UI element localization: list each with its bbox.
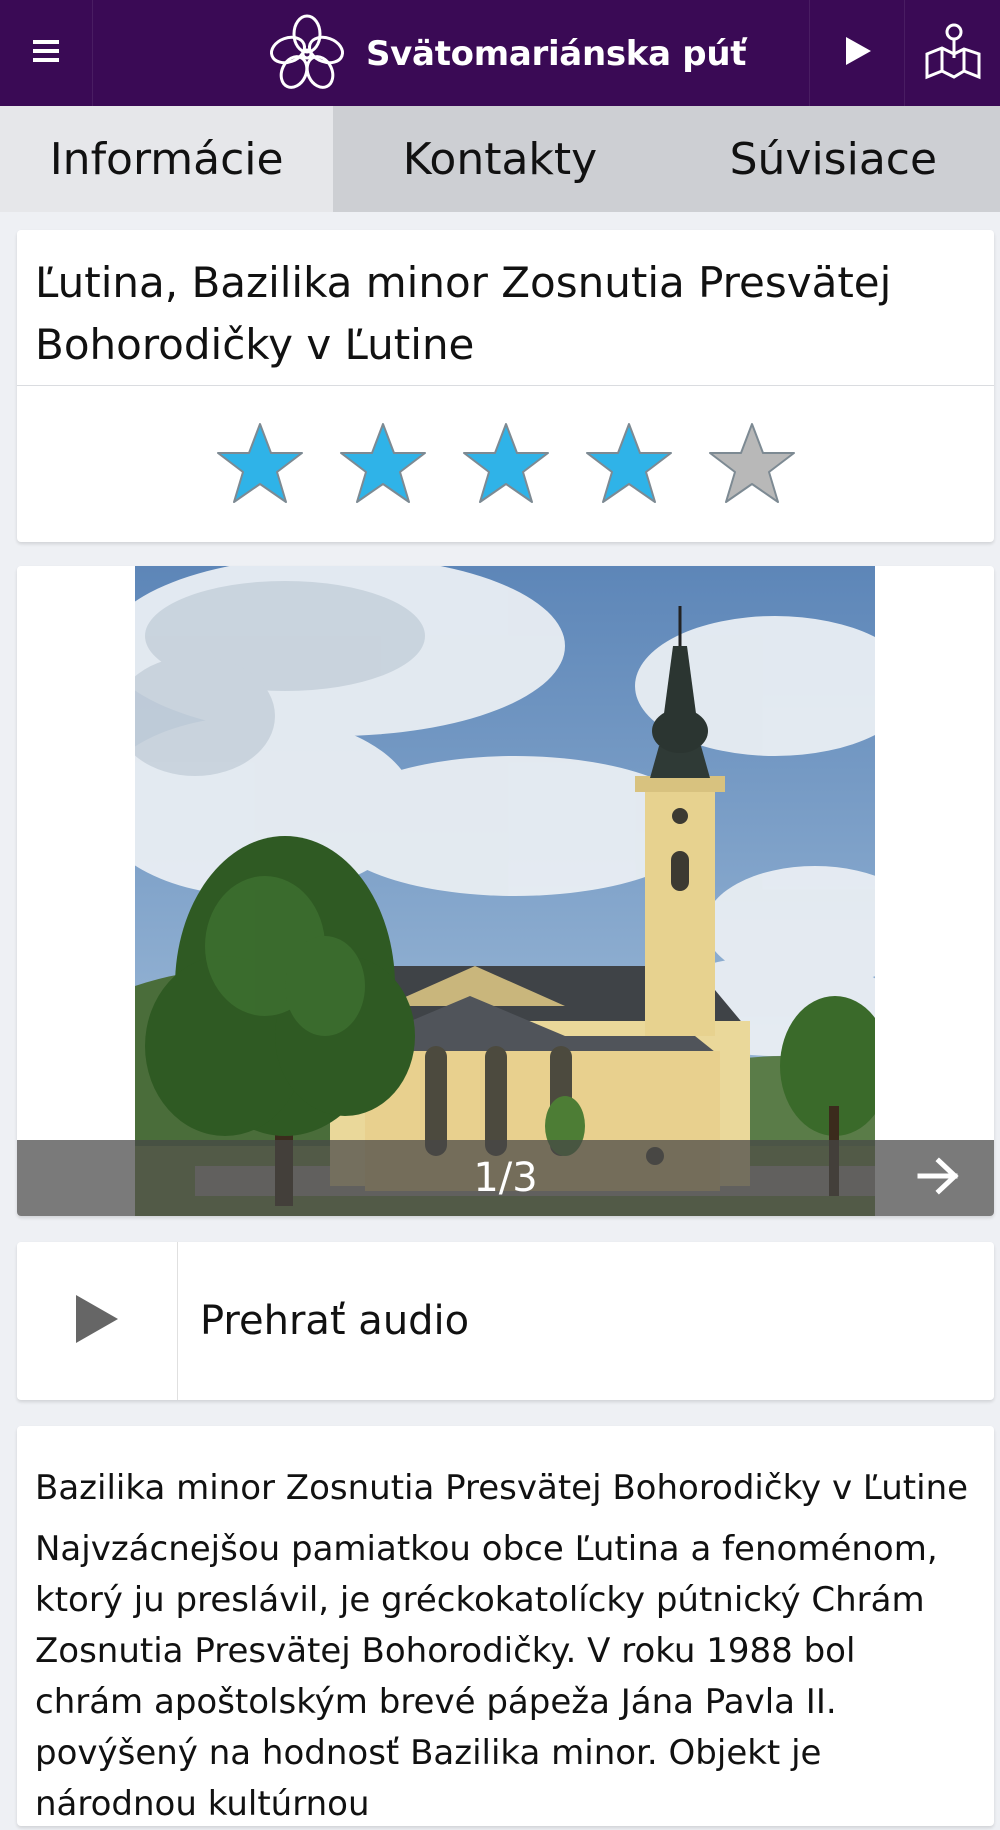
- flower-logo-icon: [268, 14, 346, 94]
- star-filled-icon[interactable]: [215, 420, 305, 520]
- app-title: Svätomariánska púť: [366, 34, 747, 74]
- rating-stars[interactable]: [17, 420, 994, 520]
- audio-player[interactable]: Prehrať audio: [17, 1242, 994, 1400]
- star-filled-icon[interactable]: [338, 420, 428, 520]
- play-icon: [843, 35, 873, 71]
- description-body: Najvzácnejšou pamiatkou obce Ľutina a fe…: [35, 1529, 938, 1824]
- gallery-counter: 1/3: [473, 1155, 538, 1201]
- photo-gallery[interactable]: 1/3: [17, 566, 994, 1216]
- star-filled-icon[interactable]: [584, 420, 674, 520]
- play-icon: [74, 1293, 120, 1349]
- hamburger-icon: [31, 37, 61, 69]
- description-heading: Bazilika minor Zosnutia Presvätej Bohoro…: [35, 1468, 969, 1508]
- place-title: Ľutina, Bazilika minor Zosnutia Presväte…: [35, 258, 892, 369]
- divider: [17, 385, 994, 386]
- tab-suvisiace[interactable]: Súvisiace: [667, 106, 1000, 212]
- play-button[interactable]: [809, 0, 905, 106]
- audio-label[interactable]: Prehrať audio: [178, 1242, 469, 1400]
- description-card: Bazilika minor Zosnutia Presvätej Bohoro…: [17, 1426, 994, 1826]
- title-card: Ľutina, Bazilika minor Zosnutia Presväte…: [17, 230, 994, 542]
- menu-button[interactable]: [0, 0, 93, 106]
- map-pin-icon: [924, 22, 982, 84]
- star-empty-icon[interactable]: [707, 420, 797, 520]
- audio-play-button[interactable]: [17, 1242, 178, 1400]
- tab-informacie[interactable]: Informácie: [0, 106, 334, 212]
- tab-bar: Informácie Kontakty Súvisiace: [0, 106, 1000, 212]
- app-bar: Svätomariánska púť: [0, 0, 1000, 106]
- map-button[interactable]: [904, 0, 1000, 106]
- tab-kontakty[interactable]: Kontakty: [333, 106, 666, 212]
- arrow-right-icon: [917, 1156, 961, 1200]
- church-photo: [95, 566, 925, 1216]
- gallery-next-button[interactable]: [884, 1140, 994, 1216]
- star-filled-icon[interactable]: [461, 420, 551, 520]
- app-brand: Svätomariánska púť: [268, 14, 747, 90]
